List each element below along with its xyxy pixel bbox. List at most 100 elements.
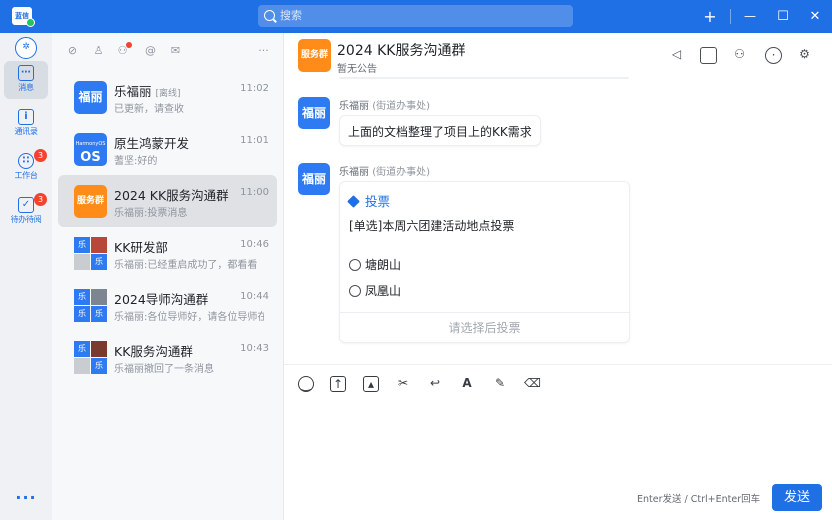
conversation-preview: 乐福丽:各位导师好，请各位导师在… bbox=[114, 312, 264, 323]
radio-icon[interactable] bbox=[349, 259, 361, 271]
conversation-title: 乐福丽 [离线] bbox=[114, 84, 181, 99]
conversation-item[interactable]: 福丽 乐福丽 [离线] 11:02 已更新，请查收 bbox=[58, 71, 277, 123]
emoji-icon[interactable]: ‿ bbox=[298, 376, 314, 392]
avatar: 福丽 bbox=[74, 81, 107, 114]
conversation-preview: 蓍坚:好的 bbox=[114, 156, 158, 167]
rail-label: 消息 bbox=[18, 83, 34, 92]
conversation-item[interactable]: 乐 乐 乐 2024导师沟通群 10:44 乐福丽:各位导师好，请各位导师在… bbox=[58, 279, 277, 331]
conversation-filters: ⊘ ♙ ⚇ @ ✉ ··· bbox=[52, 33, 284, 69]
conversation-title: 原生鸿蒙开发 bbox=[114, 136, 190, 151]
folder-icon[interactable] bbox=[700, 47, 717, 64]
add-icon[interactable]: + bbox=[693, 0, 727, 33]
conversation-title: 2024导师沟通群 bbox=[114, 292, 209, 307]
conversation-preview: 乐福丽:已经重启成功了，都看看 bbox=[114, 260, 258, 271]
group-avatar[interactable]: 服务群 bbox=[298, 39, 331, 72]
group-notice[interactable]: 暂无公告 bbox=[337, 60, 377, 75]
sender-dept: (街道办事处) bbox=[372, 101, 430, 112]
search-placeholder: 搜索 bbox=[280, 9, 302, 22]
avatar-photo bbox=[74, 254, 90, 270]
conversation-item[interactable]: 服务群 2024 KK服务沟通群 11:00 乐福丽:投票消息 bbox=[58, 175, 277, 227]
avatar-cell: 乐 bbox=[74, 341, 90, 357]
avatar-photo bbox=[91, 237, 107, 253]
maximize-button[interactable]: ☐ bbox=[766, 0, 800, 33]
avatar: 乐 乐 bbox=[74, 237, 107, 270]
at-filter-icon[interactable]: @ bbox=[144, 44, 157, 57]
mail-filter-icon[interactable]: ✉ bbox=[169, 44, 182, 57]
rail-label: 通讯录 bbox=[14, 127, 38, 136]
send-button[interactable]: 发送 bbox=[772, 484, 822, 511]
close-button[interactable]: ✕ bbox=[798, 0, 832, 33]
conversation-preview: 乐福丽:投票消息 bbox=[114, 208, 188, 219]
composer-divider bbox=[284, 364, 832, 365]
workbench-icon: ∷ bbox=[18, 153, 34, 169]
pen-icon[interactable]: ✎ bbox=[492, 376, 508, 392]
conversation-item[interactable]: 乐 乐 KK研发部 10:46 乐福丽:已经重启成功了，都看看 bbox=[58, 227, 277, 279]
rail-label: 工作台 bbox=[14, 171, 38, 180]
conversation-time: 10:43 bbox=[240, 343, 269, 354]
more-filter-icon[interactable]: ··· bbox=[257, 44, 270, 57]
vote-submit-button[interactable]: 请选择后投票 bbox=[340, 312, 629, 343]
nav-rail: ✲ ⋯ 消息 i 通讯录 ∷ 工作台 3 ✓ 待办待阅 3 ··· bbox=[0, 33, 52, 520]
conversation-time: 10:44 bbox=[240, 291, 269, 302]
conversation-time: 11:00 bbox=[240, 187, 269, 198]
vote-card: 投票 [单选]本周六团建活动地点投票 塘朗山 凤凰山 请选择后投票 bbox=[339, 181, 630, 343]
conversation-item[interactable]: HarmonyOS OS 原生鸿蒙开发 11:01 蓍坚:好的 bbox=[58, 123, 277, 175]
avatar-photo bbox=[91, 341, 107, 357]
rail-item-contacts[interactable]: i 通讯录 bbox=[4, 105, 48, 143]
vote-option[interactable]: 塘朗山 bbox=[349, 256, 401, 273]
message-bubble[interactable]: 上面的文档整理了项目上的KK需求 bbox=[339, 115, 541, 146]
send-hint: Enter发送 / Ctrl+Enter回车 bbox=[637, 494, 761, 505]
settings-icon[interactable]: ⚙ bbox=[796, 47, 813, 64]
more-icon[interactable]: ··· bbox=[13, 488, 39, 508]
avatar-cell: 乐 bbox=[74, 289, 90, 305]
history-icon[interactable]: · bbox=[765, 47, 782, 64]
image-icon[interactable]: ▴ bbox=[363, 376, 379, 392]
rail-label: 待办待阅 bbox=[10, 215, 42, 224]
avatar: 乐 乐 bbox=[74, 341, 107, 374]
members-icon[interactable]: ⚇ bbox=[731, 47, 748, 64]
user-avatar[interactable]: ✲ bbox=[15, 37, 37, 59]
conversation-title: KK研发部 bbox=[114, 240, 168, 255]
badge-count: 3 bbox=[34, 193, 47, 206]
person-filter-icon[interactable]: ♙ bbox=[92, 44, 105, 57]
conversation-time: 11:02 bbox=[240, 83, 269, 94]
chat-icon: ⋯ bbox=[18, 65, 34, 81]
text-format-icon[interactable]: A bbox=[459, 376, 475, 392]
group-filter-icon[interactable]: ⚇ bbox=[116, 44, 129, 57]
conversation-time: 10:46 bbox=[240, 239, 269, 250]
reply-icon[interactable]: ↩ bbox=[427, 376, 443, 392]
vote-icon bbox=[347, 195, 360, 208]
avatar: 服务群 bbox=[74, 185, 107, 218]
rail-item-workbench[interactable]: ∷ 工作台 3 bbox=[4, 149, 48, 187]
mention-filter-icon[interactable]: ⊘ bbox=[66, 44, 79, 57]
avatar-cell: 乐 bbox=[74, 306, 90, 322]
online-status-icon bbox=[26, 18, 35, 27]
avatar-cell: 乐 bbox=[91, 358, 107, 374]
conversation-title: 2024 KK服务沟通群 bbox=[114, 188, 229, 203]
avatar: 乐 乐 乐 bbox=[74, 289, 107, 322]
file-upload-icon[interactable]: ↑ bbox=[330, 376, 346, 392]
eraser-icon[interactable]: ⌫ bbox=[524, 376, 541, 392]
conversation-item[interactable]: 乐 乐 KK服务沟通群 10:43 乐福丽撤回了一条消息 bbox=[58, 331, 277, 383]
sender-dept: (街道办事处) bbox=[372, 167, 430, 178]
vote-option[interactable]: 凤凰山 bbox=[349, 282, 401, 299]
todo-icon: ✓ bbox=[18, 197, 34, 213]
announcement-icon[interactable]: ◁ bbox=[668, 47, 685, 64]
sender-avatar[interactable]: 福丽 bbox=[298, 97, 330, 129]
rail-item-todo[interactable]: ✓ 待办待阅 3 bbox=[4, 193, 48, 231]
sender-avatar[interactable]: 福丽 bbox=[298, 163, 330, 195]
screenshot-icon[interactable]: ✂ bbox=[395, 376, 411, 392]
conversation-preview: 乐福丽撤回了一条消息 bbox=[114, 364, 214, 375]
search-icon bbox=[264, 10, 275, 21]
badge-count: 3 bbox=[34, 149, 47, 162]
minimize-button[interactable]: — bbox=[733, 0, 767, 33]
avatar-cell: 乐 bbox=[91, 254, 107, 270]
status-tag: [离线] bbox=[155, 89, 181, 99]
search-input[interactable]: 搜索 bbox=[258, 5, 573, 27]
conversation-time: 11:01 bbox=[240, 135, 269, 146]
avatar-text: OS bbox=[80, 150, 101, 165]
avatar: HarmonyOS OS bbox=[74, 133, 107, 166]
rail-item-messages[interactable]: ⋯ 消息 bbox=[4, 61, 48, 99]
radio-icon[interactable] bbox=[349, 285, 361, 297]
avatar-photo bbox=[74, 358, 90, 374]
